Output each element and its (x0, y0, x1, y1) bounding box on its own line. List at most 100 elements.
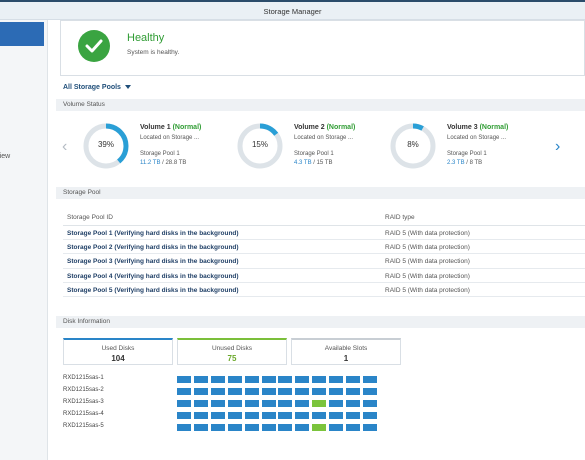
used-disk-slot[interactable] (295, 412, 310, 419)
used-disks-label: Used Disks (101, 345, 135, 352)
chevron-right-icon[interactable]: › (555, 139, 560, 155)
sidebar-item-overview[interactable]: erview (0, 153, 10, 160)
used-disk-slot[interactable] (177, 400, 191, 407)
volume-card[interactable]: 39% Volume 1 (Normal) Located on Storage… (82, 122, 232, 172)
unused-disks-tab[interactable]: Unused Disks 75 (177, 338, 287, 365)
used-disk-slot[interactable] (346, 400, 360, 407)
used-disk-slot[interactable] (295, 376, 310, 383)
used-disk-slot[interactable] (193, 376, 208, 383)
table-row[interactable]: Storage Pool 4 (Verifying hard disks in … (63, 269, 585, 283)
used-disk-slot[interactable] (329, 376, 344, 383)
used-disk-slot[interactable] (295, 424, 310, 431)
chevron-left-icon[interactable]: ‹ (62, 139, 67, 155)
volume-status: (Normal) (326, 124, 356, 131)
used-disk-slot[interactable] (177, 388, 191, 395)
used-disk-slot[interactable] (346, 376, 360, 383)
used-disk-slot[interactable] (312, 376, 327, 383)
used-disk-slot[interactable] (261, 400, 276, 407)
used-disk-slot[interactable] (210, 400, 225, 407)
storage-pools-dropdown-label: All Storage Pools (63, 84, 121, 91)
unused-disk-slot[interactable] (312, 424, 327, 431)
used-disk-slot[interactable] (278, 376, 293, 383)
storage-pools-dropdown[interactable]: All Storage Pools (63, 84, 131, 91)
used-disk-slot[interactable] (177, 424, 191, 431)
table-header: Storage Pool ID RAID type (63, 208, 585, 226)
table-row[interactable]: Storage Pool 3 (Verifying hard disks in … (63, 254, 585, 269)
used-disk-slot[interactable] (278, 412, 293, 419)
available-slots-tab[interactable]: Available Slots 1 (291, 338, 401, 365)
used-disk-slot[interactable] (278, 388, 293, 395)
volume-status: (Normal) (479, 124, 509, 131)
volume-location: Located on Storage ... (140, 135, 200, 141)
used-disk-slot[interactable] (346, 412, 360, 419)
used-disk-slot[interactable] (210, 412, 225, 419)
used-disk-slot[interactable] (193, 412, 208, 419)
used-disk-slot[interactable] (295, 388, 310, 395)
available-slots-label: Available Slots (324, 345, 368, 352)
used-disk-slot[interactable] (210, 376, 225, 383)
table-row[interactable]: Storage Pool 2 (Verifying hard disks in … (63, 240, 585, 255)
sidebar-item-selected[interactable] (0, 22, 44, 46)
volume-card[interactable]: 15% Volume 2 (Normal) Located on Storage… (236, 122, 386, 172)
used-disk-slot[interactable] (177, 412, 191, 419)
used-disk-slot[interactable] (295, 400, 310, 407)
used-disk-slot[interactable] (177, 376, 191, 383)
title-bar: Storage Manager (0, 0, 585, 20)
used-disk-slot[interactable] (244, 424, 259, 431)
used-disk-slot[interactable] (362, 388, 377, 395)
used-disk-slot[interactable] (261, 376, 276, 383)
table-row[interactable]: Storage Pool 5 (Verifying hard disks in … (63, 283, 585, 297)
used-disk-slot[interactable] (362, 424, 377, 431)
used-disk-slot[interactable] (193, 424, 208, 431)
table-row[interactable]: Storage Pool 1 (Verifying hard disks in … (63, 226, 585, 241)
used-disk-slot[interactable] (244, 388, 259, 395)
used-disk-slot[interactable] (227, 424, 242, 431)
storage-pool-title: Storage Pool (63, 189, 101, 196)
used-disk-slot[interactable] (227, 412, 242, 419)
used-disk-slot[interactable] (193, 400, 208, 407)
used-disk-slot[interactable] (362, 400, 377, 407)
used-disk-slot[interactable] (261, 412, 276, 419)
raid-type-cell: RAID 5 (With data protection) (385, 258, 470, 266)
used-disk-slot[interactable] (278, 424, 293, 431)
column-header-raid-type[interactable]: RAID type (385, 214, 415, 221)
used-disk-slot[interactable] (329, 400, 344, 407)
enclosure-name: RXD1215sas-2 (63, 387, 104, 393)
volume-pool: Storage Pool 1 (140, 151, 180, 157)
used-disk-slot[interactable] (346, 424, 360, 431)
used-disk-slot[interactable] (227, 400, 242, 407)
disk-information-header: Disk Information (56, 316, 585, 328)
disk-information-title: Disk Information (63, 318, 110, 325)
volume-card[interactable]: 8% Volume 3 (Normal) Located on Storage … (389, 122, 539, 172)
used-disks-tab[interactable]: Used Disks 104 (63, 338, 173, 365)
used-disk-slot[interactable] (312, 412, 327, 419)
used-disk-slot[interactable] (227, 388, 242, 395)
pool-id-cell: Storage Pool 2 (Verifying hard disks in … (67, 244, 239, 252)
used-disk-slot[interactable] (362, 412, 377, 419)
sidebar: l erview (0, 20, 48, 460)
used-disk-slot[interactable] (278, 400, 293, 407)
used-disk-slot[interactable] (312, 388, 327, 395)
health-status-subtitle: System is healthy. (127, 49, 180, 56)
used-disk-slot[interactable] (244, 400, 259, 407)
used-disk-slot[interactable] (244, 412, 259, 419)
health-card: Healthy System is healthy. (60, 20, 585, 76)
volume-name: Volume 3 (Normal) (447, 124, 509, 131)
used-disk-slot[interactable] (210, 388, 225, 395)
available-slots-count: 1 (343, 354, 349, 363)
used-disk-slot[interactable] (193, 388, 208, 395)
used-disk-slot[interactable] (329, 412, 344, 419)
used-disk-slot[interactable] (346, 388, 360, 395)
column-header-pool-id[interactable]: Storage Pool ID (67, 214, 113, 221)
volume-name: Volume 2 (Normal) (294, 124, 356, 131)
used-disk-slot[interactable] (227, 376, 242, 383)
unused-disk-slot[interactable] (312, 400, 327, 407)
used-disk-slot[interactable] (329, 424, 344, 431)
raid-type-cell: RAID 5 (With data protection) (385, 286, 470, 294)
used-disk-slot[interactable] (261, 388, 276, 395)
used-disk-slot[interactable] (261, 424, 276, 431)
used-disk-slot[interactable] (329, 388, 344, 395)
used-disk-slot[interactable] (244, 376, 259, 383)
used-disk-slot[interactable] (210, 424, 225, 431)
used-disk-slot[interactable] (362, 376, 377, 383)
